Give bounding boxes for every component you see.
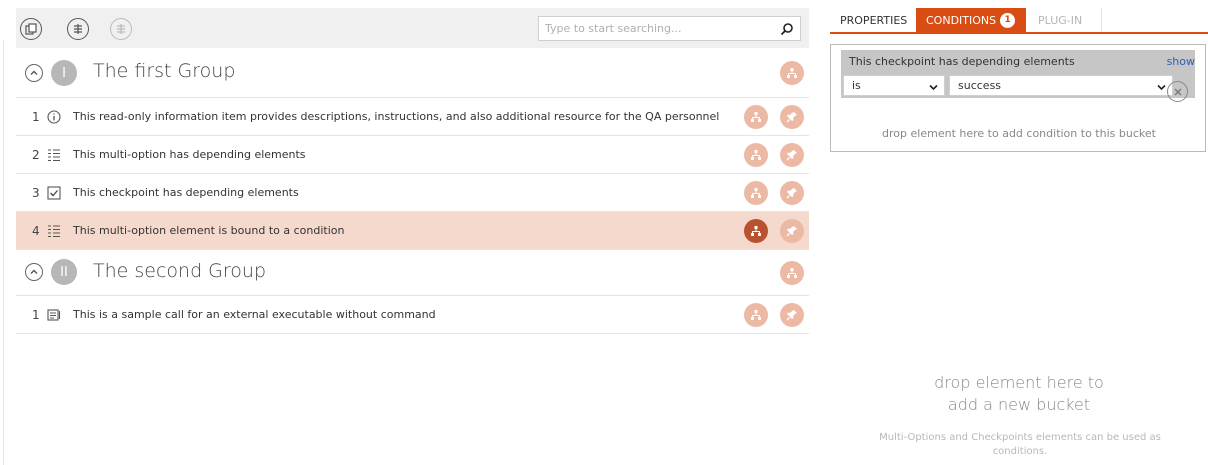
condition-bucket: This checkpoint has depending elements s… bbox=[830, 44, 1206, 152]
add-subitem-icon[interactable] bbox=[110, 18, 132, 40]
tab-underline bbox=[830, 32, 1208, 34]
info-icon bbox=[46, 109, 62, 125]
show-link[interactable]: show bbox=[1167, 55, 1195, 68]
pin-icon[interactable] bbox=[780, 105, 804, 129]
dependency-tree-icon[interactable] bbox=[744, 181, 768, 205]
checkbox-icon bbox=[46, 185, 62, 201]
multi-option-icon bbox=[46, 223, 62, 239]
list-item-selected[interactable]: 4 This multi-option element is bound to … bbox=[16, 212, 809, 250]
chevron-down-icon bbox=[1157, 82, 1166, 95]
item-number: 3 bbox=[32, 186, 40, 200]
item-text: This is a sample call for an external ex… bbox=[73, 308, 436, 321]
drop-bucket-line-1: drop element here to bbox=[934, 373, 1104, 392]
conditions-hint: Multi-Options and Checkpoints elements c… bbox=[879, 432, 1161, 457]
item-text: This checkpoint has depending elements bbox=[73, 186, 299, 199]
executable-icon bbox=[46, 307, 62, 323]
list-item[interactable]: 1 This read-only information item provid… bbox=[16, 98, 809, 136]
operator-select[interactable]: is bbox=[843, 75, 945, 96]
drop-bucket-line-2: add a new bucket bbox=[947, 395, 1091, 414]
group-numeral: II bbox=[51, 259, 77, 285]
pin-icon[interactable] bbox=[780, 143, 804, 167]
search-box bbox=[538, 16, 801, 41]
dependency-tree-icon[interactable] bbox=[780, 61, 804, 85]
dependency-tree-icon[interactable] bbox=[744, 303, 768, 327]
toolbar bbox=[16, 8, 809, 48]
tab-conditions-label: CONDITIONS bbox=[926, 13, 997, 27]
dependency-tree-icon[interactable] bbox=[780, 261, 804, 285]
multi-option-icon bbox=[46, 147, 62, 163]
search-icon[interactable] bbox=[780, 21, 794, 40]
chevron-down-icon bbox=[929, 82, 938, 95]
dependency-tree-icon[interactable] bbox=[744, 105, 768, 129]
item-number: 4 bbox=[32, 224, 40, 238]
remove-condition-button[interactable] bbox=[1167, 81, 1188, 102]
tab-plugin-label: PLUG-IN bbox=[1038, 13, 1083, 27]
item-number: 1 bbox=[32, 308, 40, 322]
search-input[interactable] bbox=[539, 17, 774, 40]
checklist: I The first Group 1 This read-only infor… bbox=[16, 48, 809, 334]
group-row[interactable]: II The second Group bbox=[16, 250, 809, 296]
pin-icon[interactable] bbox=[780, 219, 804, 243]
list-item[interactable]: 1 This is a sample call for an external … bbox=[16, 296, 809, 334]
group-row[interactable]: I The first Group bbox=[16, 48, 809, 98]
drop-new-bucket-zone[interactable]: drop element here to add a new bucket bbox=[830, 372, 1208, 416]
operator-value: is bbox=[852, 79, 861, 92]
collapse-group-button[interactable] bbox=[25, 263, 43, 281]
condition-value: success bbox=[958, 79, 1002, 92]
group-numeral: I bbox=[51, 60, 77, 86]
tab-conditions[interactable]: CONDITIONS 1 bbox=[916, 8, 1026, 32]
copy-icon[interactable] bbox=[20, 18, 42, 40]
group-title: The first Group bbox=[93, 60, 236, 82]
list-item[interactable]: 3 This checkpoint has depending elements bbox=[16, 174, 809, 212]
tab-properties-label: PROPERTIES bbox=[840, 13, 908, 27]
add-item-icon[interactable] bbox=[67, 18, 89, 40]
dependency-tree-icon[interactable] bbox=[744, 143, 768, 167]
item-number: 1 bbox=[32, 110, 40, 124]
item-text: This multi-option element is bound to a … bbox=[73, 224, 345, 237]
pin-icon[interactable] bbox=[780, 303, 804, 327]
conditions-count-badge: 1 bbox=[1000, 12, 1016, 28]
dependency-tree-icon[interactable] bbox=[744, 219, 768, 243]
tab-plugin[interactable]: PLUG-IN bbox=[1028, 8, 1102, 32]
pin-icon[interactable] bbox=[780, 181, 804, 205]
bucket-title: This checkpoint has depending elements bbox=[849, 55, 1075, 68]
value-select[interactable]: success bbox=[949, 75, 1173, 96]
item-text: This multi-option has depending elements bbox=[73, 148, 306, 161]
group-title: The second Group bbox=[93, 260, 267, 282]
item-text: This read-only information item provides… bbox=[73, 110, 720, 123]
tab-properties[interactable]: PROPERTIES bbox=[830, 8, 914, 32]
item-number: 2 bbox=[32, 148, 40, 162]
collapse-group-button[interactable] bbox=[25, 64, 43, 82]
left-divider bbox=[3, 40, 4, 465]
drop-condition-hint: drop element here to add condition to th… bbox=[882, 127, 1156, 140]
list-item[interactable]: 2 This multi-option has depending elemen… bbox=[16, 136, 809, 174]
bucket-header: This checkpoint has depending elements s… bbox=[841, 50, 1195, 98]
